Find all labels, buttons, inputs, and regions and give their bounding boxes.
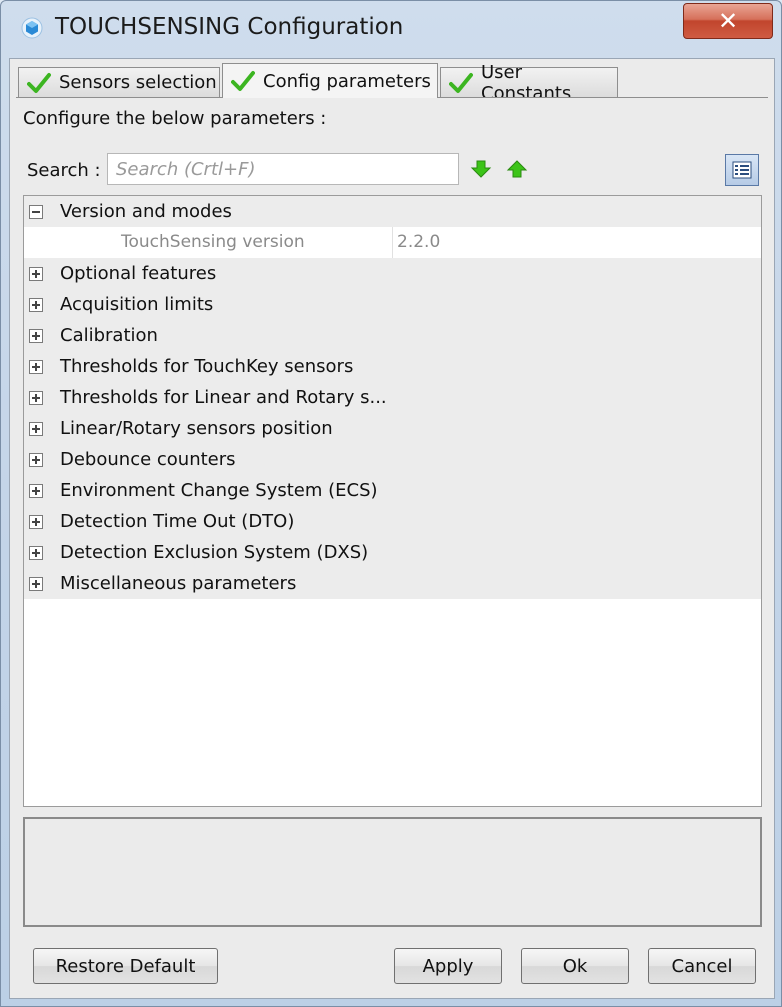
expand-icon[interactable] — [29, 452, 43, 467]
tab-config-parameters[interactable]: Config parameters — [222, 63, 438, 98]
tab-sensors-selection[interactable]: Sensors selection — [18, 67, 220, 97]
tree-group-label: Debounce counters — [60, 449, 236, 470]
tree-group-label: Thresholds for Linear and Rotary s... — [60, 387, 387, 408]
expand-icon[interactable] — [29, 390, 43, 405]
expand-icon[interactable] — [29, 545, 43, 560]
app-cube-icon — [21, 17, 43, 39]
expand-icon[interactable] — [29, 328, 43, 343]
tree-group-label: Version and modes — [60, 201, 232, 222]
expand-icon[interactable] — [29, 297, 43, 312]
parameters-tree: Version and modes TouchSensing version 2… — [23, 195, 762, 807]
config-parameters-panel: Configure the below parameters : Search … — [16, 97, 768, 995]
search-label: Search : — [27, 160, 101, 181]
tree-group-label: Detection Exclusion System (DXS) — [60, 542, 369, 563]
tree-group-label: Miscellaneous parameters — [60, 573, 297, 594]
expand-icon[interactable] — [29, 514, 43, 529]
column-divider — [392, 227, 393, 258]
description-panel — [23, 817, 762, 927]
check-icon — [449, 72, 473, 93]
tree-group-version-and-modes[interactable]: Version and modes — [24, 196, 761, 227]
expand-icon[interactable] — [29, 576, 43, 591]
tree-group[interactable]: Environment Change System (ECS) — [24, 475, 761, 506]
main-content: Sensors selection Config parameters User… — [9, 58, 775, 999]
title-bar[interactable]: TOUCHSENSING Configuration ✕ — [1, 1, 781, 57]
expand-icon[interactable] — [29, 359, 43, 374]
close-button[interactable]: ✕ — [683, 3, 773, 39]
search-input[interactable] — [107, 153, 459, 185]
tree-group[interactable]: Miscellaneous parameters — [24, 568, 761, 599]
cancel-button[interactable]: Cancel — [648, 948, 756, 984]
details-view-button[interactable] — [725, 154, 759, 186]
tree-group[interactable]: Acquisition limits — [24, 289, 761, 320]
expand-icon[interactable] — [29, 483, 43, 498]
collapse-icon[interactable] — [29, 204, 43, 219]
check-icon — [27, 72, 51, 93]
tree-group-label: Linear/Rotary sensors position — [60, 418, 333, 439]
tree-group-label: Thresholds for TouchKey sensors — [60, 356, 354, 377]
ok-button[interactable]: Ok — [521, 948, 629, 984]
tree-group[interactable]: Thresholds for Linear and Rotary s... — [24, 382, 761, 413]
apply-button[interactable]: Apply — [394, 948, 502, 984]
tree-group[interactable]: Debounce counters — [24, 444, 761, 475]
tree-group-label: Calibration — [60, 325, 158, 346]
tree-group[interactable]: Thresholds for TouchKey sensors — [24, 351, 761, 382]
tree-group[interactable]: Linear/Rotary sensors position — [24, 413, 761, 444]
tree-group-label: Detection Time Out (DTO) — [60, 511, 295, 532]
property-value: 2.2.0 — [397, 232, 441, 252]
config-window: TOUCHSENSING Configuration ✕ Sensors sel… — [0, 0, 782, 1007]
close-icon: ✕ — [717, 7, 739, 35]
window-title: TOUCHSENSING Configuration — [55, 14, 404, 40]
restore-default-button[interactable]: Restore Default — [33, 948, 218, 984]
check-icon — [231, 71, 255, 91]
tree-group-label: Environment Change System (ECS) — [60, 480, 378, 501]
tree-group-label: Optional features — [60, 263, 217, 284]
expand-icon[interactable] — [29, 266, 43, 281]
expand-icon[interactable] — [29, 421, 43, 436]
tree-group[interactable]: Detection Time Out (DTO) — [24, 506, 761, 537]
search-previous-arrow-icon[interactable] — [506, 158, 528, 180]
instructions-label: Configure the below parameters : — [23, 108, 327, 129]
tab-user-constants[interactable]: User Constants — [440, 62, 618, 104]
tab-label: Sensors selection — [59, 72, 217, 93]
property-row[interactable]: TouchSensing version 2.2.0 — [24, 227, 761, 258]
search-next-arrow-icon[interactable] — [470, 158, 492, 180]
tab-label: Config parameters — [263, 70, 431, 92]
tree-group-label: Acquisition limits — [60, 294, 214, 315]
tree-group[interactable]: Detection Exclusion System (DXS) — [24, 537, 761, 568]
tree-group[interactable]: Optional features — [24, 258, 761, 289]
list-view-icon — [732, 161, 752, 179]
property-name: TouchSensing version — [121, 232, 305, 252]
tree-group[interactable]: Calibration — [24, 320, 761, 351]
